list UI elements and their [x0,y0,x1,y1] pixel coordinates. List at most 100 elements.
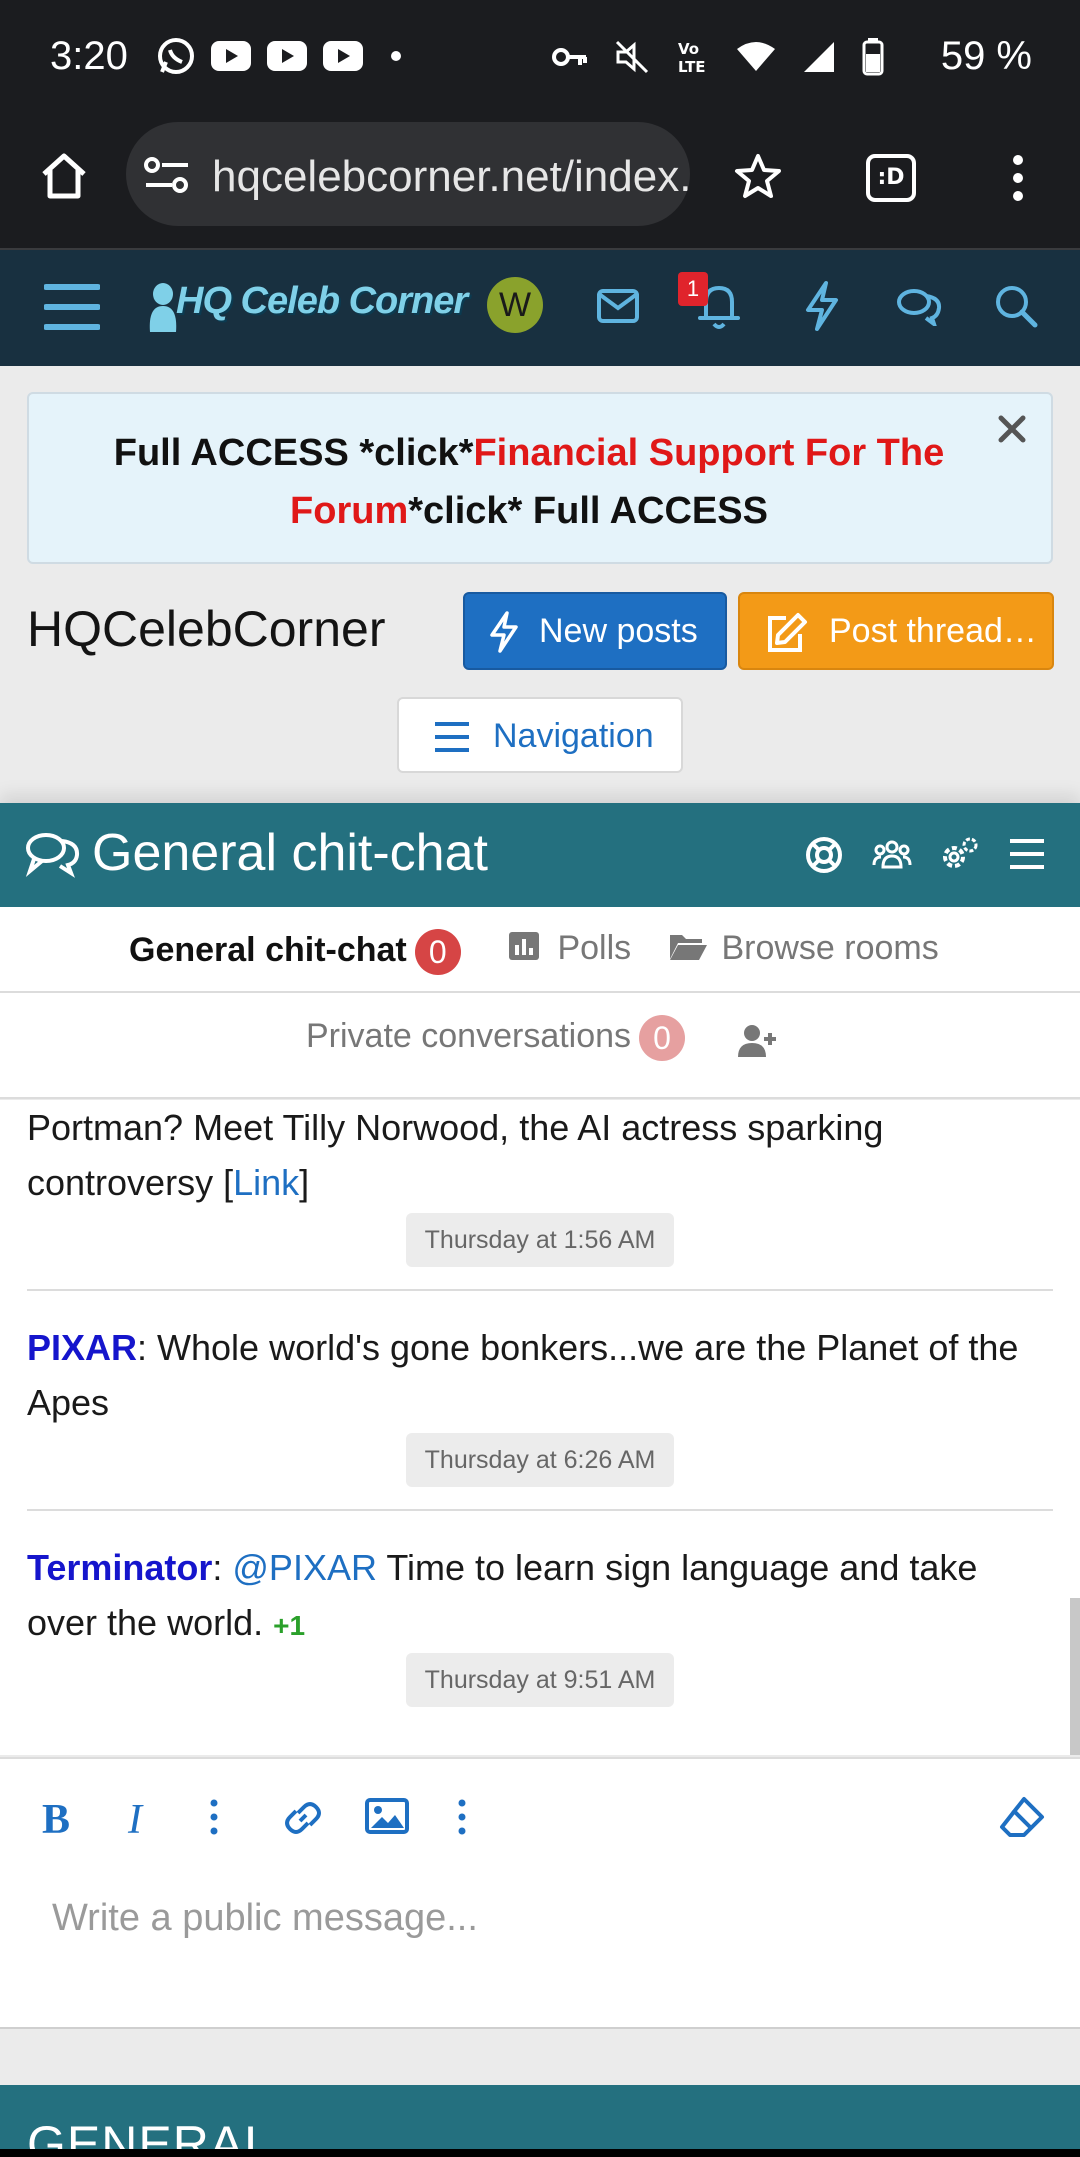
chat-message: Portman? Meet Tilly Norwood, the AI actr… [27,1100,1053,1210]
italic-icon[interactable]: I [124,1795,160,1839]
navigation-label: Navigation [493,717,654,755]
image-icon[interactable] [364,1795,410,1837]
svg-text:I: I [127,1797,144,1839]
hamburger-icon [435,722,469,752]
url-text[interactable]: hqcelebcorner.net/index.php [212,152,690,202]
chat-menu-icon[interactable] [1008,837,1046,871]
tab-polls[interactable]: Polls [508,929,631,968]
unread-count-badge: 0 [414,929,461,975]
message-mention[interactable]: @PIXAR [232,1547,377,1588]
chat-message: PIXAR: Whole world's gone bonkers...we a… [27,1320,1053,1430]
svg-text:Vo: Vo [678,40,699,58]
tab-browse-rooms-label: Browse rooms [721,929,939,967]
settings-gears-icon[interactable] [938,833,980,875]
edit-icon [768,613,807,652]
new-posts-label: New posts [539,612,698,650]
more-vert-icon[interactable] [1004,152,1032,204]
help-lifebuoy-icon[interactable] [804,835,844,875]
tab-browse-rooms[interactable]: Browse rooms [668,929,939,968]
system-icons: Vo LTE [552,38,884,76]
private-conversations-label: Private conversations [306,1016,632,1055]
chat-message: Terminator: @PIXAR Time to learn sign la… [27,1540,1053,1653]
notice-text[interactable]: Full ACCESS *click*Financial Support For… [69,424,989,540]
folder-open-icon [670,935,707,960]
page-title: HQCelebCorner [27,601,386,657]
messages-scrollbar[interactable] [1070,1598,1080,1755]
youtube-icon [211,41,251,71]
more-text-options-icon[interactable] [204,1795,224,1839]
vpn-key-icon [552,48,587,66]
menu-icon[interactable] [44,282,100,332]
private-count-badge: 0 [639,1015,686,1061]
whats-new-lightning-icon[interactable] [802,280,842,332]
bold-icon[interactable]: B [40,1795,76,1839]
avatar[interactable]: W [487,277,543,333]
link-icon[interactable] [280,1795,326,1841]
site-logo[interactable]: HQ Celeb Corner [176,280,468,323]
notice-text-part3[interactable]: *click* Full ACCESS [408,490,768,532]
section-header-general[interactable]: GENERAL [0,2085,1080,2157]
message-text: : Whole world's gone bonkers...we are th… [27,1327,1019,1423]
svg-text:LTE: LTE [678,58,706,75]
notification-badge: 1 [678,272,708,306]
logo-mascot-icon [149,283,177,332]
lightning-icon [490,611,518,653]
message-text-tail: ] [299,1162,310,1203]
youtube-icon [267,41,307,71]
notice-text-part1[interactable]: Full ACCESS *click* [114,432,474,474]
message-separator: : [212,1547,233,1588]
post-thread-label: Post thread… [829,612,1037,650]
private-conversations-row[interactable]: Private conversations 0 [0,993,1080,1099]
navigation-button[interactable]: Navigation [397,697,683,773]
wifi-icon [737,42,775,71]
message-editor: B I Write a public message... [0,1757,1080,2029]
home-icon[interactable] [38,150,90,202]
chat-tabs: General chit-chat 0 Polls Browse rooms [0,907,1080,993]
notification-icons [156,36,408,76]
search-icon[interactable] [994,284,1038,328]
whatsapp-icon [158,38,194,74]
add-user-icon[interactable] [738,1023,778,1059]
bar-chart-icon [509,932,539,960]
svg-text:B: B [42,1797,70,1839]
more-insert-options-icon[interactable] [452,1795,472,1839]
message-input[interactable]: Write a public message... [52,1897,478,1940]
reaction-score: +1 [273,1610,306,1641]
users-icon[interactable] [872,835,912,875]
bookmark-star-icon[interactable] [734,152,782,200]
battery-percent: 59 % [940,34,1032,78]
signal-icon [804,42,834,72]
message-divider [27,1509,1053,1511]
eraser-icon[interactable] [998,1795,1046,1839]
youtube-icon [323,41,363,71]
post-thread-button[interactable]: Post thread… [738,592,1054,670]
status-time: 3:20 [50,34,128,78]
system-nav-bar [0,2149,1080,2157]
tab-polls-label: Polls [557,929,632,967]
message-username[interactable]: Terminator [27,1547,212,1588]
mute-icon [615,40,649,74]
private-conversations-tab[interactable]: Private conversations 0 [306,1015,686,1061]
inbox-icon[interactable] [596,288,640,324]
close-icon[interactable] [997,414,1027,444]
chat-header: General chit-chat [0,803,1080,907]
tab-general-label: General chit-chat [129,930,407,969]
chat-bubbles-icon[interactable] [896,286,942,326]
chat-title: General chit-chat [92,824,488,882]
site-settings-icon[interactable] [144,156,190,194]
new-posts-button[interactable]: New posts [463,592,727,670]
battery-icon [862,38,884,76]
browser-toolbar: hqcelebcorner.net/index.php :D [0,116,1080,250]
chat-messages: Portman? Meet Tilly Norwood, the AI actr… [0,1100,1080,1755]
tab-switcher-button[interactable]: :D [866,154,916,202]
message-link[interactable]: Link [233,1162,299,1203]
message-divider [27,1289,1053,1291]
dot-icon [391,51,401,61]
message-timestamp: Thursday at 1:56 AM [406,1213,674,1267]
tab-general-chit-chat[interactable]: General chit-chat 0 [129,929,461,975]
message-username[interactable]: PIXAR [27,1327,137,1368]
address-bar[interactable]: hqcelebcorner.net/index.php [126,122,690,226]
message-timestamp: Thursday at 6:26 AM [406,1433,674,1487]
chat-bubbles-icon [25,833,80,878]
status-bar: 3:20 Vo LTE 59 % [0,0,1080,116]
